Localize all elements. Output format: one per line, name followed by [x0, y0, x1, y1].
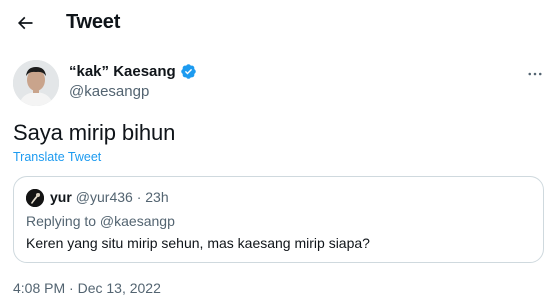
- translate-tweet-link[interactable]: Translate Tweet: [13, 150, 101, 164]
- tweet-header: Tweet: [0, 0, 557, 48]
- more-options-button[interactable]: [522, 61, 548, 87]
- back-button[interactable]: [10, 8, 40, 38]
- tweet-timestamp[interactable]: 4:08 PM · Dec 13, 2022: [13, 280, 161, 296]
- quoted-text: Keren yang situ mirip sehun, mas kaesang…: [26, 235, 370, 251]
- page-title: Tweet: [66, 11, 121, 33]
- author-handle[interactable]: @kaesangp: [69, 83, 149, 100]
- arrow-left-icon: [15, 13, 35, 33]
- quoted-tweet[interactable]: yur @yur436 · 23h Replying to @kaesangp …: [13, 176, 544, 263]
- quoted-meta: @yur436 · 23h: [75, 189, 169, 205]
- author-name-row: “kak” Kaesang: [69, 63, 197, 80]
- author-avatar[interactable]: [13, 60, 59, 106]
- author-display-name[interactable]: “kak” Kaesang: [69, 63, 176, 80]
- tweet-text: Saya mirip bihun: [13, 120, 176, 145]
- quoted-avatar: [26, 189, 44, 207]
- verified-badge-icon: [180, 63, 197, 80]
- quoted-header: yur @yur436 · 23h: [50, 189, 169, 205]
- quoted-name: yur: [50, 189, 72, 205]
- quoted-replying-to: Replying to @kaesangp: [26, 213, 175, 229]
- more-dots-icon: [526, 65, 544, 83]
